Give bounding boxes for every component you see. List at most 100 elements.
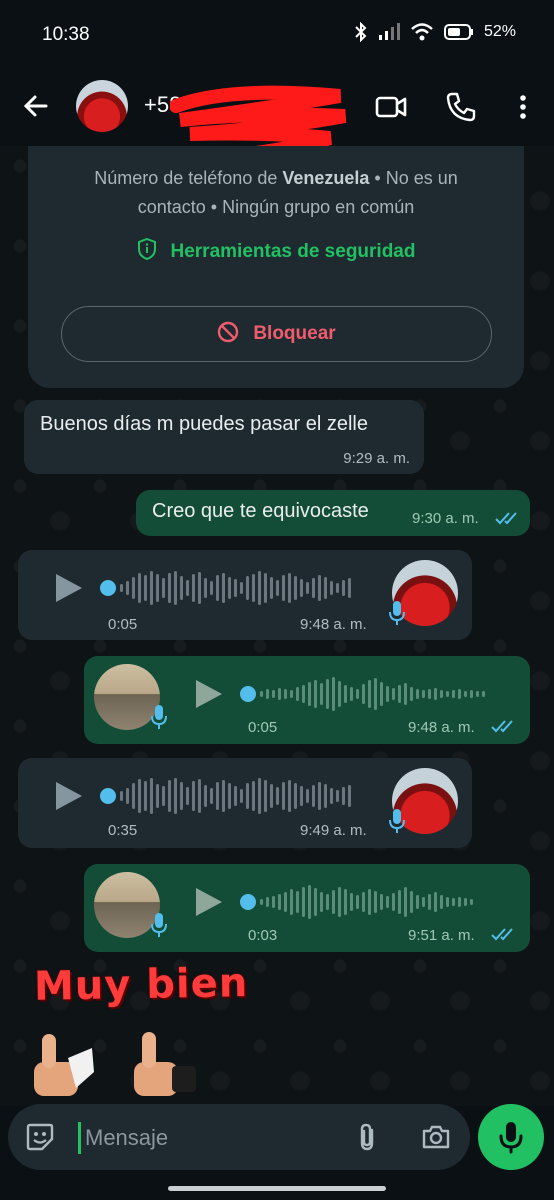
waveform-bar	[434, 892, 437, 912]
seek-handle[interactable]	[100, 788, 116, 804]
waveform-bar	[296, 687, 299, 701]
waveform[interactable]	[120, 776, 351, 816]
waveform[interactable]	[260, 882, 473, 922]
waveform-bar	[272, 690, 275, 698]
waveform-bar	[446, 897, 449, 907]
waveform-bar	[186, 787, 189, 805]
waveform-bar	[204, 578, 207, 598]
waveform-bar	[222, 780, 225, 812]
waveform-bar	[126, 788, 129, 804]
waveform-bar	[284, 892, 287, 912]
waveform-bar	[162, 786, 165, 806]
read-receipt-icon	[491, 928, 513, 941]
play-icon[interactable]	[54, 780, 84, 812]
waveform-bar	[222, 573, 225, 603]
waveform-bar	[342, 580, 345, 596]
waveform-bar	[428, 894, 431, 910]
message-time: 9:48 a. m.	[300, 616, 367, 633]
waveform-bar	[192, 781, 195, 811]
waveform-bar	[120, 584, 123, 592]
waveform-bar	[270, 577, 273, 599]
waveform-bar	[144, 575, 147, 601]
voice-message-out[interactable]: 0:03 9:51 a. m.	[84, 864, 530, 952]
block-icon	[218, 321, 239, 343]
waveform-bar	[482, 691, 485, 697]
more-options-icon[interactable]	[506, 90, 540, 124]
message-input[interactable]: Mensaje	[78, 1122, 338, 1154]
waveform-bar	[312, 578, 315, 598]
waveform-bar	[210, 581, 213, 595]
waveform-bar	[228, 783, 231, 809]
status-time: 10:38	[42, 24, 90, 45]
waveform-bar	[342, 787, 345, 805]
waveform-bar	[278, 688, 281, 700]
waveform-bar	[234, 579, 237, 597]
waveform-bar	[368, 680, 371, 708]
waveform-bar	[330, 788, 333, 804]
waveform-bar	[150, 571, 153, 605]
message-composer: Mensaje	[8, 1104, 470, 1170]
waveform-bar	[290, 889, 293, 915]
waveform[interactable]	[120, 568, 351, 608]
message-time: 9:49 a. m.	[300, 822, 367, 839]
security-tools-link[interactable]: Herramientas de seguridad	[28, 237, 524, 263]
waveform-bar	[320, 892, 323, 912]
waveform-bar	[276, 787, 279, 805]
country-name: Venezuela	[282, 168, 370, 188]
seek-handle[interactable]	[100, 580, 116, 596]
voice-duration: 0:35	[108, 822, 138, 839]
waveform-bar	[326, 679, 329, 709]
message-bubble-in[interactable]: Buenos días m puedes pasar el zelle 9:29…	[24, 400, 424, 474]
voice-message-in[interactable]: 0:35 9:49 a. m.	[18, 758, 472, 848]
video-call-icon[interactable]	[374, 90, 408, 124]
sticker-text[interactable]: Muy bien	[34, 960, 249, 1010]
waveform-bar	[198, 572, 201, 604]
waveform-bar	[302, 685, 305, 703]
waveform-bar	[138, 779, 141, 813]
voice-message-in[interactable]: 0:05 9:48 a. m.	[18, 550, 472, 640]
seek-handle[interactable]	[240, 894, 256, 910]
mic-icon	[151, 705, 167, 729]
camera-icon[interactable]	[420, 1121, 452, 1153]
waveform-bar	[374, 678, 377, 710]
waveform-bar	[464, 898, 467, 906]
waveform-bar	[180, 576, 183, 600]
waveform-bar	[324, 784, 327, 808]
waveform-bar	[306, 582, 309, 594]
voice-message-out[interactable]: 0:05 9:48 a. m.	[84, 656, 530, 744]
waveform-bar	[386, 896, 389, 908]
waveform-bar	[350, 893, 353, 911]
record-voice-button[interactable]	[478, 1104, 544, 1170]
waveform-bar	[308, 885, 311, 919]
seek-handle[interactable]	[240, 686, 256, 702]
block-button[interactable]: Bloquear	[61, 306, 492, 362]
waveform-bar	[284, 689, 287, 699]
waveform-bar	[180, 782, 183, 810]
attach-icon[interactable]	[352, 1121, 384, 1153]
waveform-bar	[258, 571, 261, 605]
waveform-bar	[380, 894, 383, 910]
contact-avatar[interactable]	[76, 80, 128, 132]
waveform-bar	[312, 785, 315, 807]
waveform-bar	[348, 785, 351, 807]
waveform-bar	[240, 789, 243, 803]
waveform[interactable]	[260, 674, 485, 714]
waveform-bar	[422, 690, 425, 698]
waveform-bar	[318, 575, 321, 601]
voice-duration: 0:05	[248, 719, 278, 736]
sticker-icon[interactable]	[24, 1121, 56, 1153]
play-icon[interactable]	[54, 572, 84, 604]
message-time: 9:51 a. m.	[408, 927, 475, 944]
waveform-bar	[210, 788, 213, 804]
play-icon[interactable]	[194, 886, 224, 918]
waveform-bar	[276, 580, 279, 596]
message-bubble-out[interactable]: Creo que te equivocaste 9:30 a. m.	[136, 490, 530, 536]
waveform-bar	[416, 895, 419, 909]
voice-call-icon[interactable]	[444, 90, 478, 124]
back-arrow-icon[interactable]	[20, 90, 52, 122]
message-text: Buenos días m puedes pasar el zelle	[40, 413, 368, 435]
waveform-bar	[204, 785, 207, 807]
play-icon[interactable]	[194, 678, 224, 710]
waveform-bar	[290, 690, 293, 698]
waveform-bar	[464, 691, 467, 697]
